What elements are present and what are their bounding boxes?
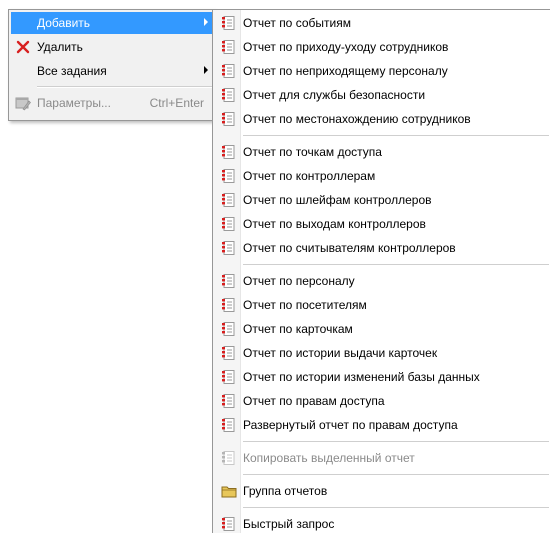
submenu-item-report[interactable]: Отчет по местонахождению сотрудников [215, 108, 549, 130]
report-icon [222, 517, 235, 531]
menu-separator [37, 86, 212, 88]
submenu-item-report[interactable]: Отчет для службы безопасности [215, 84, 549, 106]
submenu-item-report-label: Отчет по посетителям [243, 298, 367, 312]
menu-item-add[interactable]: Добавить [11, 12, 212, 34]
menu-item-parameters-shortcut: Ctrl+Enter [149, 96, 204, 110]
submenu-item-report-label: Отчет по событиям [243, 16, 351, 30]
folder-icon [221, 486, 237, 498]
report-icon [222, 274, 235, 288]
context-menu: Добавить Удалить Все задания Параметры..… [8, 9, 215, 121]
submenu-item-report-label: Отчет по местонахождению сотрудников [243, 112, 471, 126]
report-icon [222, 298, 235, 312]
submenu-item-report[interactable]: Отчет по неприходящему персоналу [215, 60, 549, 82]
report-icon [222, 40, 235, 54]
submenu-item-report[interactable]: Отчет по посетителям [215, 294, 549, 316]
submenu-item-report[interactable]: Отчет по приходу-уходу сотрудников [215, 36, 549, 58]
submenu-item-report[interactable]: Отчет по карточкам [215, 318, 549, 340]
submenu-item-report[interactable]: Отчет по считывателям контроллеров [215, 237, 549, 259]
submenu-item-copy-selected-report-label: Копировать выделенный отчет [243, 451, 415, 465]
report-icon [222, 418, 235, 432]
submenu-arrow-icon [204, 18, 208, 26]
submenu-item-report[interactable]: Отчет по событиям [215, 12, 549, 34]
report-icon [222, 193, 235, 207]
submenu-separator [243, 507, 549, 509]
delete-x-icon [16, 40, 30, 54]
report-icon [222, 64, 235, 78]
submenu-item-report-group[interactable]: Группа отчетов [215, 480, 549, 502]
submenu-item-report[interactable]: Отчет по правам доступа [215, 390, 549, 412]
submenu-item-report-label: Отчет по истории выдачи карточек [243, 346, 438, 360]
submenu-item-report-label: Отчет по неприходящему персоналу [243, 64, 448, 78]
submenu-item-report-label: Развернутый отчет по правам доступа [243, 418, 458, 432]
report-icon [222, 346, 235, 360]
submenu-item-report-label: Отчет по карточкам [243, 322, 353, 336]
menu-item-delete-label: Удалить [37, 40, 83, 54]
submenu-item-report-label: Отчет по персоналу [243, 274, 355, 288]
report-icon [222, 88, 235, 102]
submenu-separator [243, 474, 549, 476]
report-icon [222, 169, 235, 183]
report-icon [222, 145, 235, 159]
report-icon [222, 217, 235, 231]
menu-item-all-tasks[interactable]: Все задания [11, 60, 212, 82]
submenu-item-report-label: Отчет для службы безопасности [243, 88, 426, 102]
report-icon [222, 16, 235, 30]
report-icon [222, 322, 235, 336]
report-icon [222, 241, 235, 255]
submenu-item-report-label: Отчет по истории изменений базы данных [243, 370, 480, 384]
submenu-separator [243, 441, 549, 443]
menu-item-delete[interactable]: Удалить [11, 36, 212, 58]
submenu-item-report-label: Отчет по выходам контроллеров [243, 217, 426, 231]
submenu-arrow-icon [204, 66, 208, 74]
submenu-item-report[interactable]: Отчет по контроллерам [215, 165, 549, 187]
submenu-item-report[interactable]: Отчет по персоналу [215, 270, 549, 292]
submenu-item-report[interactable]: Отчет по истории изменений базы данных [215, 366, 549, 388]
properties-icon [15, 97, 31, 111]
submenu-item-report-label: Отчет по точкам доступа [243, 145, 382, 159]
submenu-separator [243, 135, 549, 137]
submenu-item-report[interactable]: Отчет по истории выдачи карточек [215, 342, 549, 364]
submenu-item-report[interactable]: Развернутый отчет по правам доступа [215, 414, 549, 436]
submenu-item-report[interactable]: Отчет по шлейфам контроллеров [215, 189, 549, 211]
submenu-item-report-label: Отчет по приходу-уходу сотрудников [243, 40, 449, 54]
menu-item-all-tasks-label: Все задания [37, 64, 107, 78]
report-icon [222, 112, 235, 126]
report-icon [222, 370, 235, 384]
menu-item-parameters-label: Параметры... [37, 96, 111, 110]
submenu-item-report-group-label: Группа отчетов [243, 484, 328, 498]
submenu-item-report-label: Отчет по шлейфам контроллеров [243, 193, 432, 207]
submenu-item-copy-selected-report[interactable]: Копировать выделенный отчет [215, 447, 549, 469]
submenu-item-report-label: Отчет по правам доступа [243, 394, 385, 408]
submenu-item-quick-query[interactable]: Быстрый запрос [215, 513, 549, 535]
menu-item-parameters[interactable]: Параметры... Ctrl+Enter [11, 92, 212, 114]
menu-item-add-label: Добавить [37, 16, 91, 30]
add-submenu: Отчет по событиям Отчет по приходу-уходу … [212, 9, 550, 533]
submenu-separator [243, 264, 549, 266]
submenu-item-report-label: Отчет по считывателям контроллеров [243, 241, 456, 255]
report-icon [222, 451, 235, 465]
submenu-item-quick-query-label: Быстрый запрос [243, 517, 335, 531]
report-icon [222, 394, 235, 408]
submenu-item-report-label: Отчет по контроллерам [243, 169, 376, 183]
submenu-item-report[interactable]: Отчет по точкам доступа [215, 141, 549, 163]
submenu-item-report[interactable]: Отчет по выходам контроллеров [215, 213, 549, 235]
